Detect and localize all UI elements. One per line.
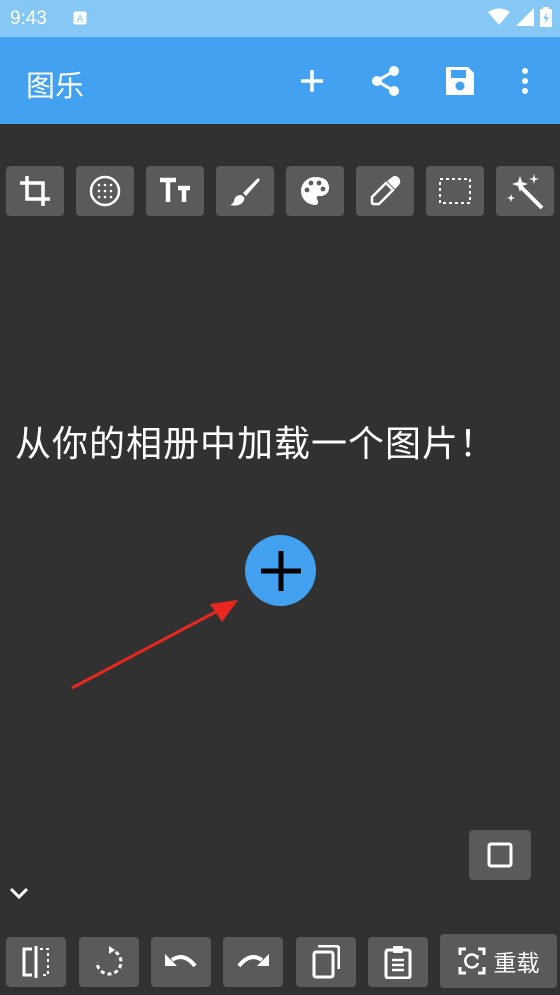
select-tool-button[interactable] — [426, 166, 484, 216]
redo-button[interactable] — [223, 937, 283, 987]
magic-wand-icon — [507, 174, 544, 210]
copy-icon — [312, 945, 340, 979]
notification-icon: A — [73, 11, 87, 25]
paste-button[interactable] — [368, 937, 428, 987]
text-icon — [160, 177, 190, 202]
select-rect-icon — [439, 178, 471, 204]
brush-icon — [230, 178, 260, 206]
status-time: 9:43 — [10, 8, 47, 29]
add-image-button[interactable] — [245, 535, 316, 606]
chevron-down-icon[interactable] — [8, 882, 30, 904]
rotate-icon — [95, 946, 123, 976]
eyedropper-tool-button[interactable] — [356, 166, 414, 216]
palette-tool-button[interactable] — [286, 166, 344, 216]
eyedropper-icon — [370, 176, 401, 206]
square-icon — [487, 842, 513, 868]
magic-tool-button[interactable] — [496, 166, 554, 216]
status-icons — [488, 7, 552, 27]
undo-icon — [165, 954, 197, 968]
pointer-arrow-annotation — [71, 600, 238, 690]
aspect-square-button[interactable] — [469, 830, 531, 880]
blur-tool-button[interactable] — [76, 166, 134, 216]
more-vert-icon[interactable] — [509, 65, 541, 97]
add-icon — [260, 550, 301, 591]
save-icon[interactable] — [444, 65, 476, 97]
reload-button[interactable]: 重载 — [440, 934, 557, 988]
crop-tool-button[interactable] — [6, 166, 64, 216]
text-tool-button[interactable] — [146, 166, 204, 216]
palette-icon — [301, 177, 329, 205]
compare-button[interactable] — [6, 937, 66, 987]
refocus-icon — [458, 947, 485, 975]
brush-tool-button[interactable] — [216, 166, 274, 216]
compare-icon — [22, 946, 49, 978]
rotate-button[interactable] — [79, 937, 139, 987]
svg-text:A: A — [77, 14, 84, 25]
status-bar: 9:43 A — [0, 0, 560, 37]
blur-icon — [89, 175, 121, 207]
redo-icon — [237, 954, 269, 968]
app-bar: 图乐 — [0, 37, 560, 124]
wifi-icon — [488, 8, 510, 25]
add-icon[interactable] — [296, 65, 328, 97]
app-title: 图乐 — [26, 69, 85, 103]
clipboard-icon — [384, 946, 412, 979]
battery-icon — [540, 7, 552, 27]
share-icon[interactable] — [370, 65, 402, 97]
copy-button[interactable] — [296, 937, 356, 987]
signal-icon — [516, 8, 534, 26]
undo-button[interactable] — [151, 937, 211, 987]
reload-label: 重载 — [493, 951, 540, 977]
load-image-prompt: 从你的相册中加载一个图片！ — [15, 424, 497, 465]
crop-icon — [20, 176, 50, 206]
